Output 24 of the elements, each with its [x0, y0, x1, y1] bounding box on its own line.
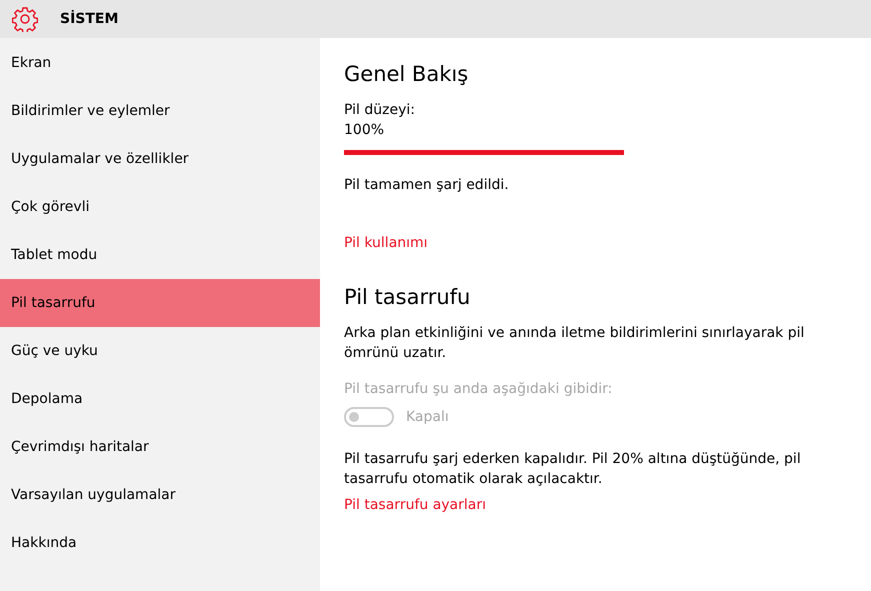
settings-link[interactable]: Pil tasarrufu ayarları	[344, 497, 486, 513]
sidebar-item[interactable]: Güç ve uyku	[0, 327, 320, 375]
sidebar-item[interactable]: Depolama	[0, 375, 320, 423]
sidebar-item[interactable]: Bildirimler ve eylemler	[0, 87, 320, 135]
section-heading: Genel Bakış	[344, 62, 468, 86]
settings-icon	[12, 6, 38, 32]
note-text: Pil tasarrufu şarj ederken kapalıdır. Pil 20% altına düştüğünde, pil tasarrufu otomatik olarak açılacaktır.	[344, 450, 802, 489]
description-text: Arka plan etkinliğini ve anında iletme bildirimlerini sınırlayarak pil ömrünü uzatır.	[344, 324, 806, 363]
battery-value: 100%	[344, 121, 384, 140]
sidebar-item[interactable]: Ekran	[0, 39, 320, 87]
battery-label: Pil düzeyi:	[344, 101, 415, 120]
sidebar-item[interactable]: Pil tasarrufu	[0, 279, 320, 327]
section-heading: Pil tasarrufu	[344, 285, 470, 309]
sidebar-item[interactable]: Uygulamalar ve özellikler	[0, 135, 320, 183]
usage-link[interactable]: Pil kullanımı	[344, 235, 428, 251]
toggle-label: Kapalı	[406, 409, 449, 425]
sidebar-item[interactable]: Çok görevli	[0, 183, 320, 231]
sidebar-item[interactable]: Çevrimdışı haritalar	[0, 423, 320, 471]
sidebar-item[interactable]: Varsayılan uygulamalar	[0, 471, 320, 519]
page-title: SİSTEM	[60, 11, 118, 27]
sidebar-item[interactable]: Hakkında	[0, 519, 320, 567]
toggle-caption: Pil tasarrufu şu anda aşağıdaki gibidir:	[344, 380, 612, 399]
status-text: Pil tamamen şarj edildi.	[344, 176, 509, 195]
sidebar-item[interactable]: Tablet modu	[0, 231, 320, 279]
